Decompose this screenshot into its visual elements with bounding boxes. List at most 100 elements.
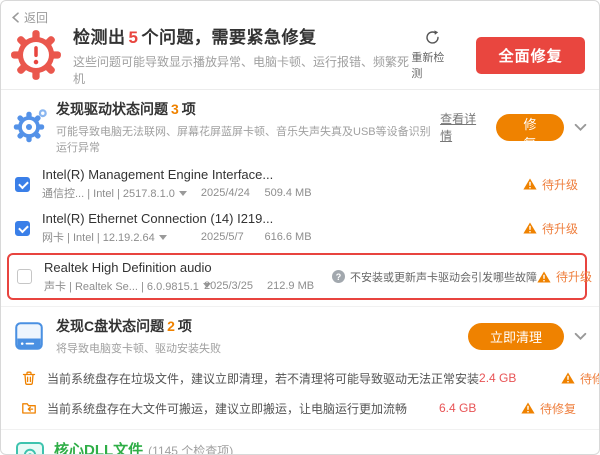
gear-blue-icon — [10, 108, 48, 146]
driver-section-text: 发现驱动状态问题3项 可能导致电脑无法联网、屏幕花屏蓝屏卡顿、音乐失声失真及US… — [56, 99, 440, 155]
driver-info: Realtek High Definition audio 声卡 | Realt… — [44, 260, 332, 294]
dll-title: 核心DLL文件 — [54, 442, 143, 455]
disk-section-text: 发现C盘状态问题2项 将导致电脑变卡顿、驱动安装失败 — [56, 316, 221, 356]
back-label: 返回 — [24, 9, 48, 26]
dll-section-header: DLL 核心DLL文件(1145 个检查项) DLL动态库异常或缺失将导致软件/… — [1, 430, 599, 455]
driver-details: 通信控... | Intel | 2517.8.1.0 2025/4/24 50… — [42, 185, 330, 201]
recheck-button[interactable]: 重新检测 — [411, 29, 454, 81]
driver-info: Intel(R) Ethernet Connection (14) I219..… — [42, 211, 330, 245]
trash-icon — [21, 370, 37, 386]
driver-issue-count: 3 — [171, 101, 179, 117]
disk-section-subtitle: 将导致电脑变卡顿、驱动安装失败 — [56, 340, 221, 356]
fix-drivers-button[interactable]: 修复 — [496, 114, 564, 141]
caret-down-icon — [159, 235, 167, 240]
driver-date: 2025/5/7 — [201, 231, 265, 243]
caret-down-icon — [179, 191, 187, 196]
status-label: 待修复 — [580, 370, 600, 387]
highlighted-driver-box: Realtek High Definition audio 声卡 | Realt… — [7, 253, 587, 300]
driver-name: Intel(R) Management Engine Interface... — [42, 167, 330, 182]
driver-meta: 网卡 | Intel | 12.19.2.64 — [42, 229, 155, 245]
warning-triangle-icon — [537, 271, 551, 283]
disk-section: 发现C盘状态问题2项 将导致电脑变卡顿、驱动安装失败 立即清理 — [1, 306, 599, 429]
driver-row-realtek-audio: Realtek High Definition audio 声卡 | Realt… — [17, 255, 600, 298]
summary-title: 检测出5个问题，需要紧急修复 — [73, 23, 411, 48]
alert-gear-icon — [9, 28, 63, 82]
disk-collapse-chevron[interactable] — [574, 332, 587, 341]
status-label: 待修复 — [540, 400, 576, 417]
warning-triangle-icon — [523, 178, 537, 190]
driver-section-title: 发现驱动状态问题3项 — [56, 99, 440, 119]
driver-checkbox[interactable] — [15, 221, 30, 236]
disk-title-prefix: 发现C盘状态问题 — [56, 318, 164, 334]
driver-section-header: 发现驱动状态问题3项 可能导致电脑无法联网、屏幕花屏蓝屏卡顿、音乐失声失真及US… — [1, 90, 599, 162]
disk-issue-count: 2 — [167, 318, 175, 334]
warning-triangle-icon — [561, 372, 575, 384]
dll-check-count: (1145 个检查项) — [148, 444, 233, 455]
clean-now-button[interactable]: 立即清理 — [468, 323, 564, 350]
driver-size: 509.4 MB — [264, 187, 330, 199]
status-label: 正常 — [537, 450, 563, 455]
driver-version-dropdown[interactable]: 声卡 | Realtek Se... | 6.0.9815.1 — [44, 278, 204, 294]
driver-checkbox[interactable] — [17, 269, 32, 284]
disk-issue-size: 6.4 GB — [439, 401, 495, 415]
disk-row-junk-files: 当前系统盘存在垃圾文件，建议立即清理，若不清理将可能导致驱动无法正常安装 2.4… — [1, 363, 599, 393]
driver-version-dropdown[interactable]: 通信控... | Intel | 2517.8.1.0 — [42, 185, 201, 201]
status-label: 待升级 — [542, 176, 578, 193]
back-button[interactable]: 返回 — [11, 9, 48, 26]
dll-status: 正常 — [517, 450, 563, 455]
summary-text: 检测出5个问题，需要紧急修复 这些问题可能导致显示播放异常、电脑卡顿、运行报错、… — [73, 23, 411, 87]
driver-size: 616.6 MB — [264, 231, 330, 243]
dll-section: DLL 核心DLL文件(1145 个检查项) DLL动态库异常或缺失将导致软件/… — [1, 429, 599, 455]
recheck-label: 重新检测 — [411, 49, 454, 81]
chevron-down-icon — [574, 123, 587, 132]
driver-collapse-chevron[interactable] — [574, 123, 587, 132]
warning-triangle-icon — [523, 222, 537, 234]
driver-details: 声卡 | Realtek Se... | 6.0.9815.1 2025/3/2… — [44, 278, 332, 294]
driver-hint: 不安装或更新声卡驱动会引发哪些故障 — [332, 269, 537, 285]
issue-count: 5 — [129, 28, 139, 47]
status-label: 待升级 — [542, 220, 578, 237]
disk-status: 待修复 — [561, 370, 600, 387]
folder-move-icon — [21, 400, 37, 416]
driver-version-dropdown[interactable]: 网卡 | Intel | 12.19.2.64 — [42, 229, 201, 245]
hint-text: 不安装或更新声卡驱动会引发哪些故障 — [350, 269, 537, 285]
disk-section-header: 发现C盘状态问题2项 将导致电脑变卡顿、驱动安装失败 立即清理 — [1, 307, 599, 363]
driver-status: 待升级 — [523, 220, 589, 237]
dll-section-text: 核心DLL文件(1145 个检查项) DLL动态库异常或缺失将导致软件/游戏异常 — [54, 439, 264, 455]
driver-scan-window: 返回 检测出5个问题，需要紧急修复 这些问题可能导致显示播放异常、电脑卡顿、运行… — [0, 0, 600, 455]
driver-status: 待升级 — [537, 268, 600, 285]
disk-issue-text: 当前系统盘存在大文件可搬运，建议立即搬运，让电脑运行更加流畅 — [47, 400, 407, 417]
disk-section-title: 发现C盘状态问题2项 — [56, 316, 221, 336]
dll-file-icon: DLL — [10, 440, 46, 455]
scan-summary-header: 检测出5个问题，需要紧急修复 这些问题可能导致显示播放异常、电脑卡顿、运行报错、… — [1, 27, 599, 89]
driver-name: Realtek High Definition audio — [44, 260, 332, 275]
driver-meta: 声卡 | Realtek Se... | 6.0.9815.1 — [44, 278, 199, 294]
title-suffix: 个问题，需要紧急修复 — [141, 28, 316, 47]
title-prefix: 检测出 — [73, 28, 126, 47]
driver-section-subtitle: 可能导致电脑无法联网、屏幕花屏蓝屏卡顿、音乐失声失真及USB等设备识别运行异常 — [56, 123, 440, 155]
driver-name: Intel(R) Ethernet Connection (14) I219..… — [42, 211, 330, 226]
driver-title-prefix: 发现驱动状态问题 — [56, 101, 168, 117]
chevron-left-icon — [11, 12, 20, 23]
driver-rows: Intel(R) Management Engine Interface... … — [1, 162, 599, 306]
driver-title-suffix: 项 — [182, 101, 196, 117]
driver-meta: 通信控... | Intel | 2517.8.1.0 — [42, 185, 175, 201]
dll-section-title: 核心DLL文件 (1145 个检查项) — [54, 439, 264, 455]
disk-rows: 当前系统盘存在垃圾文件，建议立即清理，若不清理将可能导致驱动无法正常安装 2.4… — [1, 363, 599, 429]
driver-row-intel-ethernet: Intel(R) Ethernet Connection (14) I219..… — [15, 206, 589, 250]
driver-info: Intel(R) Management Engine Interface... … — [42, 167, 330, 201]
fix-all-button[interactable]: 全面修复 — [476, 37, 585, 74]
view-details-link[interactable]: 查看详情 — [440, 110, 484, 144]
disk-issue-size: 2.4 GB — [479, 371, 535, 385]
driver-checkbox[interactable] — [15, 177, 30, 192]
disk-status: 待修复 — [521, 400, 587, 417]
chevron-down-icon — [574, 332, 587, 341]
driver-date: 2025/3/25 — [204, 280, 267, 292]
question-icon[interactable] — [332, 270, 345, 283]
driver-section: 发现驱动状态问题3项 可能导致电脑无法联网、屏幕花屏蓝屏卡顿、音乐失声失真及US… — [1, 90, 599, 306]
driver-row-intel-mei: Intel(R) Management Engine Interface... … — [15, 162, 589, 206]
hard-drive-icon — [12, 319, 46, 353]
disk-row-large-files: 当前系统盘存在大文件可搬运，建议立即搬运，让电脑运行更加流畅 6.4 GB 待修… — [1, 393, 599, 423]
warning-triangle-icon — [521, 402, 535, 414]
driver-date: 2025/4/24 — [201, 187, 265, 199]
